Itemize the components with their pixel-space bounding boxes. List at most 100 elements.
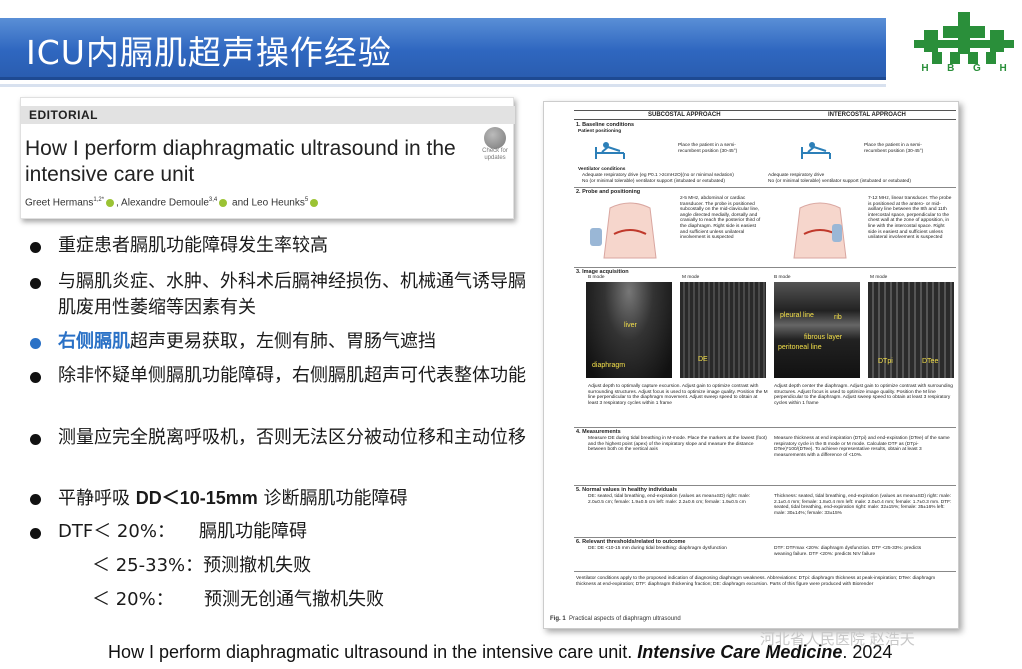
slide-title: ICU内膈肌超声操作经验 — [26, 33, 392, 72]
normal-values-text: DE: seated, tidal breathing, end-expirat… — [588, 494, 751, 505]
section-title: 6. Relevant thresholds/related to outcom… — [576, 539, 686, 545]
probe-text: 2-5 MHz, abdominal or cardiac transducer… — [680, 196, 761, 241]
normal-values-text: Thickness: seated, tidal breathing, end-… — [774, 494, 952, 516]
section-subtitle: Patient positioning — [578, 129, 622, 134]
orcid-icon — [219, 198, 228, 207]
figure-caption: Fig. 1 Practical aspects of diaphragm ul… — [550, 616, 681, 622]
mode-label: M mode — [682, 275, 700, 280]
check-updates-icon — [484, 127, 506, 149]
patient-bed-icon — [595, 142, 625, 159]
section-title: 2. Probe and positioning — [576, 189, 641, 195]
sub-bullet-prefix: ＜ 25-33%： — [92, 555, 204, 576]
bullet-dot-icon — [30, 372, 41, 383]
measurement-text: Measure thickness at end inspiration (DT… — [774, 436, 950, 458]
bullet-dot-icon — [30, 338, 41, 349]
label-peritoneal-line: peritoneal line — [778, 344, 822, 351]
bullet-prefix: 平静呼吸 — [58, 488, 136, 509]
figure-section-normal-values: 5. Normal values in healthy individuals … — [574, 486, 956, 538]
ventilator-item: Adequate respiratory drive — [768, 173, 825, 178]
label-liver: liver — [624, 322, 637, 329]
sub-bullet-item: ＜ 20%： 预测无创通气撤机失败 — [92, 587, 384, 613]
column-subcostal: SUBCOSTAL APPROACH — [648, 112, 721, 118]
mode-label: B mode — [774, 275, 791, 280]
figure-section-thresholds: 6. Relevant thresholds/related to outcom… — [574, 538, 956, 572]
bullet-bold: DD＜10-15mm — [135, 488, 258, 508]
ultrasound-bmode-intercostal: pleural line rib fibrous layer peritonea… — [774, 282, 860, 378]
bullet-text: 测量应完全脱离呼吸机，否则无法区分被动位移和主动位移 — [58, 427, 526, 448]
threshold-text: DTF: DTFmax <20%: diaphragm dysfunction.… — [774, 546, 922, 557]
probe-text: 7-12 MHz, linear transducer. The probe i… — [868, 196, 952, 241]
bullet-suffix: 诊断膈肌功能障碍 — [257, 488, 408, 509]
author-name: Greet Hermans — [25, 197, 94, 209]
title-underline — [0, 84, 886, 87]
label-fibrous-layer: fibrous layer — [804, 334, 843, 341]
author-affiliation: 1,2* — [93, 197, 105, 203]
author-name: and Leo Heunks — [229, 197, 305, 209]
figure-column-header: SUBCOSTAL APPROACH INTERCOSTAL APPROACH — [574, 110, 956, 120]
label-diaphragm: diaphragm — [592, 362, 626, 369]
section-title: 1. Baseline conditions — [576, 122, 635, 128]
orcid-icon — [310, 198, 319, 207]
bullet-text: 除非怀疑单侧膈肌功能障碍，右侧膈肌超声可代表整体功能 — [58, 365, 526, 386]
torso-probe-illustration — [793, 202, 847, 259]
sub-bullet-text: 预测撤机失败 — [203, 555, 312, 576]
label-de: DE — [698, 356, 708, 363]
editorial-title: How I perform diaphragmatic ultrasound i… — [25, 137, 456, 186]
ultrasound-mmode-intercostal: DTpi DTee — [868, 282, 954, 378]
ultrasound-bmode-subcostal: liver diaphragm — [586, 282, 672, 378]
check-updates-text: Check for updates — [482, 148, 508, 161]
column-intercostal: INTERCOSTAL APPROACH — [828, 112, 906, 118]
logo-letters: H B G H — [912, 63, 1016, 74]
section-title: 5. Normal values in healthy individuals — [576, 487, 678, 493]
ventilator-item: No (or minimal tolerable) ventilator sup… — [582, 179, 725, 184]
editorial-header-image: EDITORIAL How I perform diaphragmatic ul… — [20, 97, 515, 219]
ventilator-item: No (or minimal tolerable) ventilator sup… — [768, 179, 911, 184]
bullet-text: 与膈肌炎症、水肿、外科术后膈神经损伤、机械通气诱导膈肌废用性萎缩等因素有关 — [58, 271, 526, 318]
bullet-dot-icon — [30, 434, 41, 445]
author-affiliation: 3,4 — [208, 197, 218, 203]
figure-section-measurements: 4. Measurements Measure DE during tidal … — [574, 428, 956, 486]
bullet-text: DTF＜ 20%： 膈肌功能障碍 — [58, 519, 528, 545]
sub-bullet-prefix: ＜ 20%： — [92, 589, 174, 610]
author-name: , Alexandre Demoule — [116, 197, 209, 209]
section-title: 4. Measurements — [576, 429, 621, 435]
figure-section-baseline: 1. Baseline conditions Patient positioni… — [574, 121, 956, 188]
bullet-text: 右侧膈肌超声更易获取，左侧有肺、胃肠气遮挡 — [58, 329, 528, 355]
label-dtee: DTee — [922, 358, 939, 365]
label-dtpi: DTpi — [878, 358, 893, 365]
bullet-dot-icon — [30, 528, 41, 539]
bullet-text: 平静呼吸 DD＜10-15mm 诊断膈肌功能障碍 — [58, 485, 528, 512]
positioning-text: Place the patient in a semi-recumbent po… — [864, 143, 924, 154]
torso-probe-illustration — [590, 202, 657, 259]
sub-bullet-text: 预测无创通气撤机失败 — [204, 589, 384, 610]
label-pleural-line: pleural line — [780, 312, 814, 319]
acquisition-text: Adjust depth center the diaphragm. Adjus… — [774, 384, 953, 406]
figure-section-image-acquisition: 3. Image acquisition B mode M mode B mod… — [574, 268, 956, 428]
bullet-dot-icon — [30, 494, 41, 505]
watermark: 河北省人民医院 赵浩天 — [760, 630, 915, 648]
bullet-suffix: 膈肌功能障碍 — [198, 521, 307, 542]
editorial-authors: Greet Hermans1,2*, Alexandre Demoule3,4 … — [25, 197, 320, 208]
ventilator-item: Adequate respiratory drive (eg P0.1 >2cm… — [582, 173, 734, 178]
orcid-icon — [106, 198, 115, 207]
ventilator-title: Ventilator conditions — [578, 167, 626, 172]
author-affiliation: 5 — [304, 197, 309, 203]
threshold-text: DE: DE <10-15 mm during tidal breathing:… — [588, 546, 727, 551]
label-rib: rib — [834, 314, 842, 321]
figure-panel: SUBCOSTAL APPROACH INTERCOSTAL APPROACH … — [543, 101, 959, 629]
sub-bullet-item: ＜ 25-33%：预测撤机失败 — [92, 553, 311, 579]
bullet-text-rest: 超声更易获取，左侧有肺、胃肠气遮挡 — [130, 331, 436, 352]
figure-caption-text: Practical aspects of diaphragm ultrasoun… — [569, 616, 681, 622]
ultrasound-mmode-subcostal: DE — [680, 282, 766, 378]
acquisition-text: Adjust depth to optimally capture excurs… — [588, 384, 768, 406]
bullet-dot-icon — [30, 278, 41, 289]
logo-letter: B — [947, 63, 955, 74]
measurement-text: Measure DE during tidal breathing in M-m… — [588, 436, 767, 453]
mode-label: B mode — [588, 275, 605, 280]
mode-label: M mode — [870, 275, 888, 280]
bullet-dot-icon — [30, 242, 41, 253]
figure-caption-label: Fig. 1 — [550, 616, 566, 622]
positioning-text: Place the patient in a semi-recumbent po… — [678, 143, 738, 154]
bullet-highlight: 右侧膈肌 — [58, 331, 130, 352]
caption-text: How I perform diaphragmatic ultrasound i… — [108, 642, 638, 662]
